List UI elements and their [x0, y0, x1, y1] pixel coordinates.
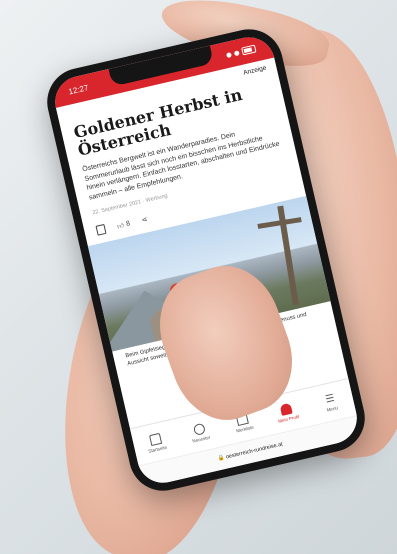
wifi-icon	[233, 49, 240, 56]
battery-icon	[241, 44, 257, 56]
bookmark-icon	[95, 223, 107, 236]
bookmark-button[interactable]	[95, 223, 107, 236]
nav-latest[interactable]: Neuester	[181, 420, 218, 445]
nav-label: Menü	[326, 404, 339, 413]
nav-menu[interactable]: ☰ Menü	[312, 390, 349, 414]
status-time: 12:27	[67, 82, 90, 96]
share-icon: ⋖	[141, 216, 149, 225]
like-button[interactable]: 👍︎ 8	[116, 219, 131, 231]
nav-home[interactable]: Startseite	[138, 430, 175, 455]
photo-scene: 12:27 Anzeige Goldener Herbst in Österre…	[0, 0, 397, 554]
home-icon	[148, 432, 163, 447]
nav-label: Neuester	[191, 434, 211, 444]
thumbs-up-icon: 👍︎	[116, 222, 126, 231]
nav-profile[interactable]: Mein Profil	[269, 400, 306, 425]
signal-icon	[225, 51, 232, 58]
share-button[interactable]: ⋖	[141, 215, 149, 225]
ad-label[interactable]: Anzeige	[243, 64, 267, 76]
clock-icon	[192, 422, 206, 436]
like-count: 8	[125, 219, 131, 228]
url-text: 🔒 oesterreich-rundreise.at	[217, 441, 284, 463]
menu-icon: ☰	[324, 392, 336, 406]
nav-label: Mein Profil	[277, 414, 300, 424]
status-icons	[225, 44, 257, 60]
person-icon	[279, 402, 294, 416]
